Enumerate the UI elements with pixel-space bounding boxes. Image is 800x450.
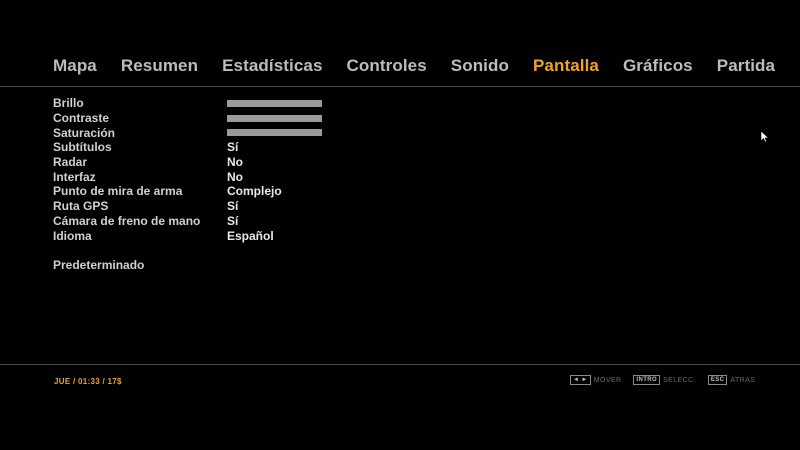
setting-idioma[interactable]: Idioma Español xyxy=(53,228,322,243)
setting-label: Saturación xyxy=(53,125,116,140)
setting-label: Brillo xyxy=(53,96,84,111)
setting-subtitulos[interactable]: Subtítulos Sí xyxy=(53,140,322,155)
setting-value[interactable]: Sí xyxy=(227,199,238,213)
brillo-slider[interactable] xyxy=(227,99,322,107)
setting-brillo[interactable]: Brillo xyxy=(53,96,322,111)
setting-contraste[interactable]: Contraste xyxy=(53,111,322,126)
restore-defaults-button[interactable]: Predeterminado xyxy=(53,258,322,273)
tab-partida[interactable]: Partida xyxy=(717,56,775,76)
menu-tabs: Mapa Resumen Estadísticas Controles Soni… xyxy=(53,56,775,76)
tab-pantalla[interactable]: Pantalla xyxy=(533,56,599,76)
tab-graficos[interactable]: Gráficos xyxy=(623,56,693,76)
control-hints: ◄ ► MOVER INTRO SELECC. ESC ATRAS xyxy=(570,375,763,385)
hint-back: ESC ATRAS xyxy=(707,375,756,385)
contraste-slider[interactable] xyxy=(227,114,322,122)
display-settings-list: Brillo Contraste Saturación Subtítulos S… xyxy=(53,96,322,273)
arrow-keys-icon: ◄ ► xyxy=(570,375,591,385)
hint-move-label: MOVER xyxy=(593,376,622,384)
bottom-divider xyxy=(0,364,800,365)
setting-value[interactable]: No xyxy=(227,155,243,169)
setting-value[interactable]: Español xyxy=(227,229,274,243)
enter-key-icon: INTRO xyxy=(633,375,661,385)
setting-label: Idioma xyxy=(53,228,92,243)
restore-defaults-label: Predeterminado xyxy=(53,258,145,273)
setting-radar[interactable]: Radar No xyxy=(53,155,322,170)
setting-label: Ruta GPS xyxy=(53,199,109,214)
setting-value[interactable]: Sí xyxy=(227,140,238,154)
tab-mapa[interactable]: Mapa xyxy=(53,56,97,76)
tab-controles[interactable]: Controles xyxy=(347,56,427,76)
hint-back-label: ATRAS xyxy=(730,376,756,384)
tab-estadisticas[interactable]: Estadísticas xyxy=(222,56,322,76)
setting-label: Subtítulos xyxy=(53,140,112,155)
setting-value[interactable]: Sí xyxy=(227,214,238,228)
game-status-readout: JUE / 01:33 / 17$ xyxy=(54,377,122,386)
setting-label: Radar xyxy=(53,155,88,170)
top-divider xyxy=(0,86,800,87)
hint-move: ◄ ► MOVER xyxy=(570,375,621,385)
esc-key-icon: ESC xyxy=(707,375,728,385)
hint-select-label: SELECC. xyxy=(663,376,696,384)
setting-label: Interfaz xyxy=(53,169,96,184)
setting-value[interactable]: No xyxy=(227,170,243,184)
tab-resumen[interactable]: Resumen xyxy=(121,56,198,76)
setting-value[interactable]: Complejo xyxy=(227,184,282,198)
setting-punto-de-mira[interactable]: Punto de mira de arma Complejo xyxy=(53,184,322,199)
setting-label: Cámara de freno de mano xyxy=(53,213,201,228)
setting-ruta-gps[interactable]: Ruta GPS Sí xyxy=(53,199,322,214)
setting-label: Contraste xyxy=(53,111,110,126)
hint-select: INTRO SELECC. xyxy=(633,375,695,385)
setting-interfaz[interactable]: Interfaz No xyxy=(53,169,322,184)
setting-saturacion[interactable]: Saturación xyxy=(53,125,322,140)
saturacion-slider[interactable] xyxy=(227,129,322,137)
tab-sonido[interactable]: Sonido xyxy=(451,56,509,76)
setting-label: Punto de mira de arma xyxy=(53,184,183,199)
setting-camara-freno[interactable]: Cámara de freno de mano Sí xyxy=(53,214,322,229)
